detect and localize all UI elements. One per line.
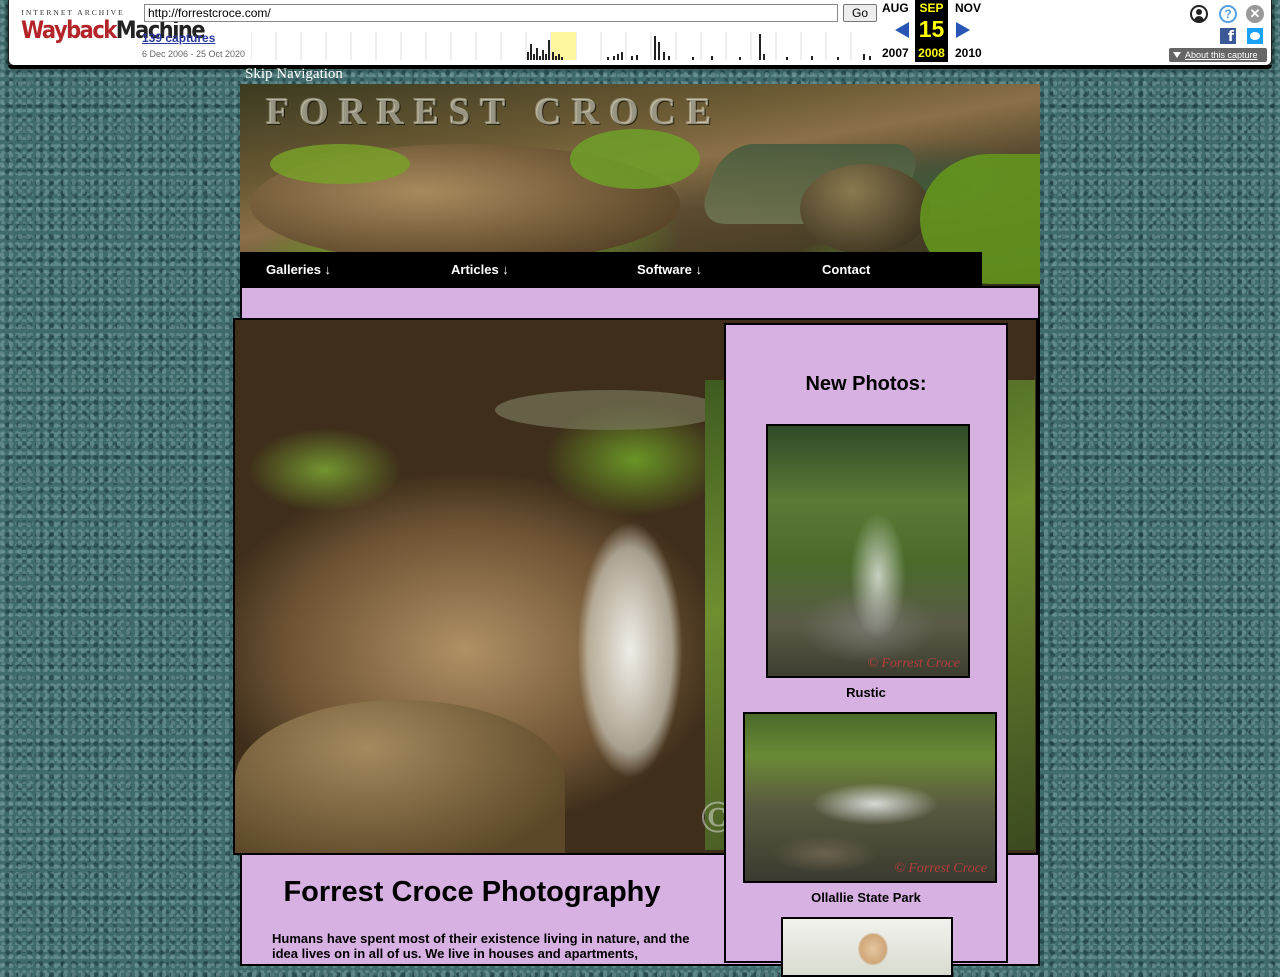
intro-paragraph: Humans have spent most of their existenc…	[272, 931, 690, 961]
facebook-share-icon[interactable]: f	[1220, 28, 1236, 45]
user-account-icon[interactable]	[1190, 5, 1208, 23]
nav-articles[interactable]: Articles ↓	[451, 262, 509, 277]
twitter-share-icon[interactable]	[1247, 28, 1263, 44]
close-icon[interactable]: ✕	[1246, 5, 1264, 23]
hero-rock-ledge	[235, 700, 565, 853]
next-month-label[interactable]: NOV	[955, 1, 981, 15]
prev-month-label[interactable]: AUG	[882, 1, 909, 15]
wayback-logo[interactable]: INTERNET ARCHIVE WaybackMachine	[21, 8, 206, 52]
captures-link[interactable]: 139 captures	[142, 31, 215, 45]
go-button[interactable]: Go	[843, 4, 877, 22]
page-title: Forrest Croce Photography	[283, 876, 661, 908]
logo-wayback-machine-text: WaybackMachine	[21, 16, 206, 44]
next-year-label[interactable]: 2010	[955, 46, 982, 60]
banner-boulder	[800, 164, 930, 254]
new-photos-sidebar: New Photos: © Forrest Croce Rustic © For…	[724, 323, 1008, 977]
current-day-label: 15	[918, 16, 945, 42]
next-capture-arrow-icon[interactable]	[956, 22, 970, 38]
prev-capture-arrow-icon[interactable]	[895, 22, 909, 38]
nav-software[interactable]: Software ↓	[637, 262, 702, 277]
nav-contact[interactable]: Contact	[822, 262, 870, 277]
capture-sparkline[interactable]	[251, 32, 875, 60]
banner-moss	[570, 129, 700, 189]
capture-date-range: 6 Dec 2006 - 25 Oct 2020	[142, 49, 246, 59]
nav-galleries[interactable]: Galleries ↓	[266, 262, 331, 277]
sparkline-current-year-highlight	[551, 32, 576, 60]
hero-stream	[495, 390, 725, 430]
photo-thumbnail-ollallie[interactable]: © Forrest Croce	[743, 712, 997, 883]
photo-thumbnail-portrait[interactable]	[781, 917, 953, 977]
skip-navigation-link[interactable]: Skip Navigation	[245, 66, 343, 83]
photo-caption[interactable]: Ollallie State Park	[726, 890, 1006, 905]
photo-caption[interactable]: Rustic	[726, 685, 1006, 700]
photo-thumbnail-rustic[interactable]: © Forrest Croce	[766, 424, 970, 678]
about-this-capture-button[interactable]: About this capture	[1169, 48, 1267, 62]
wayback-toolbar: INTERNET ARCHIVE WaybackMachine http://f…	[8, 0, 1272, 69]
current-capture-date: SEP 15 2008	[915, 0, 948, 62]
site-title: FORREST CROCE	[266, 91, 722, 133]
current-year-label: 2008	[918, 46, 945, 60]
prev-year-label[interactable]: 2007	[882, 46, 909, 60]
current-month-label: SEP	[919, 1, 944, 15]
photo-watermark: © Forrest Croce	[894, 861, 987, 876]
help-icon[interactable]: ?	[1219, 5, 1237, 23]
banner-moss	[270, 144, 410, 184]
sidebar-heading: New Photos:	[805, 373, 927, 395]
main-navigation: Galleries ↓ Articles ↓ Software ↓ Contac…	[240, 252, 982, 287]
photo-watermark: © Forrest Croce	[867, 656, 960, 671]
logo-wayback-word: Wayback	[21, 16, 117, 44]
url-input[interactable]: http://forrestcroce.com/	[144, 4, 838, 22]
sparkline-bars	[527, 34, 871, 60]
